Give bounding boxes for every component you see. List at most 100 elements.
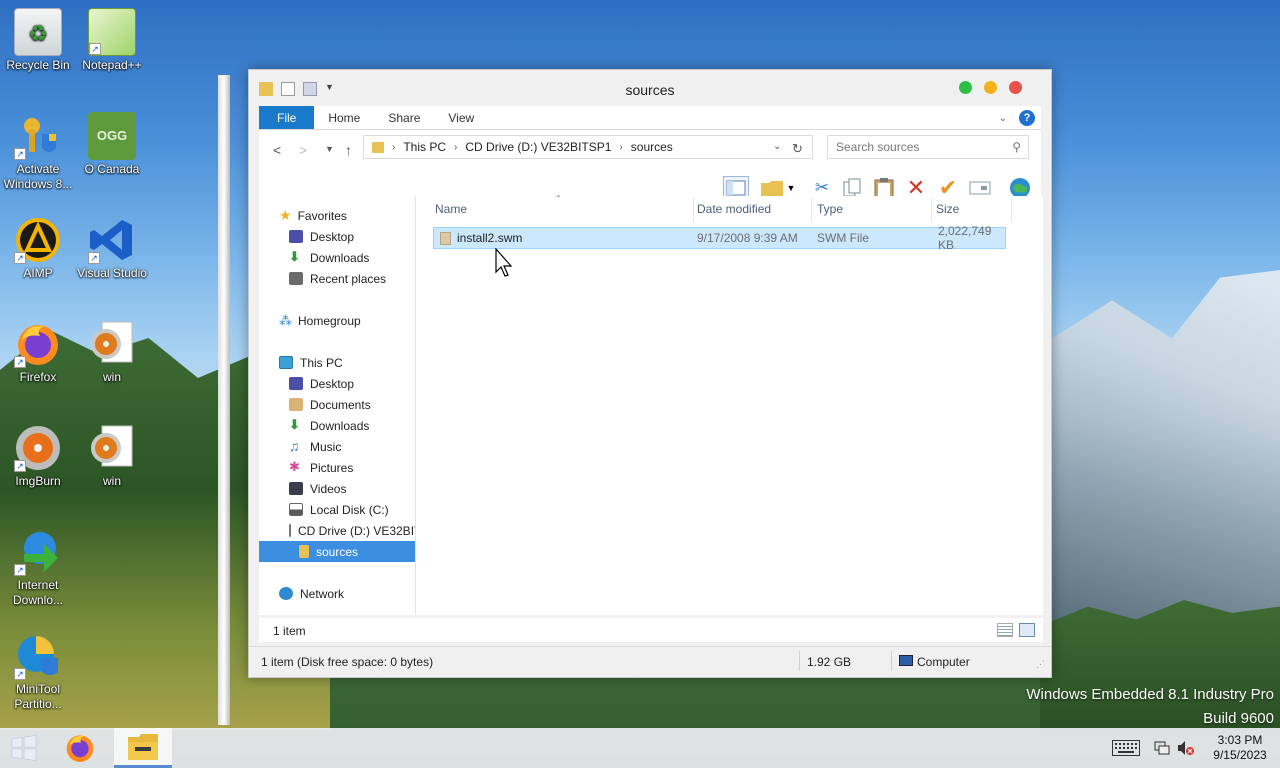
nav-fav-downloads[interactable]: ⬇ Downloads: [259, 247, 415, 268]
column-header-date[interactable]: Date modified: [697, 202, 771, 216]
tab-home[interactable]: Home: [314, 106, 374, 129]
desktop-icon-win-1[interactable]: win: [74, 320, 150, 385]
nav-pc-cd-drive[interactable]: CD Drive (D:) VE32BITSP1: [259, 520, 415, 541]
desktop-icon-recycle-bin[interactable]: ♻ Recycle Bin: [0, 8, 76, 73]
navigation-pane[interactable]: ★ Favorites Desktop ⬇ Downloads Recent p…: [259, 196, 416, 615]
column-divider[interactable]: [811, 198, 812, 222]
network-status-icon[interactable]: [1152, 728, 1172, 768]
sort-indicator-icon: ⌃: [555, 194, 562, 203]
large-icons-view-icon[interactable]: [1019, 623, 1035, 637]
firefox-icon: [66, 735, 94, 762]
nav-fav-recent[interactable]: Recent places: [259, 268, 415, 289]
column-header-name[interactable]: Name: [435, 202, 467, 216]
nav-pc-music[interactable]: ♫ Music: [259, 436, 415, 457]
desktop-icon-label: Visual Studio: [77, 266, 147, 280]
wallpaper-flagpole: [218, 75, 230, 725]
nav-pc-videos[interactable]: Videos: [259, 478, 415, 499]
desktop-icon-firefox[interactable]: ↗ Firefox: [0, 320, 76, 385]
column-divider[interactable]: [1011, 198, 1012, 222]
search-input[interactable]: Search sources ⚲: [827, 135, 1029, 159]
taskbar: 3:03 PM 9/15/2023: [0, 728, 1280, 768]
column-header-size[interactable]: Size: [936, 202, 959, 216]
nav-favorites[interactable]: ★ Favorites: [259, 205, 415, 226]
minimize-button[interactable]: [984, 81, 997, 94]
expand-ribbon-icon[interactable]: ⌄: [999, 113, 1007, 124]
nav-pc-downloads[interactable]: ⬇ Downloads: [259, 415, 415, 436]
details-view-icon[interactable]: [997, 623, 1013, 637]
desktop-icon-minitool[interactable]: ↗ MiniTool Partitio...: [0, 632, 76, 712]
clock-date: 9/15/2023: [1213, 748, 1267, 762]
tab-share[interactable]: Share: [374, 106, 434, 129]
volume-muted-icon[interactable]: [1176, 728, 1196, 768]
address-bar[interactable]: › This PC › CD Drive (D:) VE32BITSP1 › s…: [363, 135, 813, 159]
desktop-icon-notepadpp[interactable]: ↗ Notepad++: [74, 8, 150, 73]
search-icon: ⚲: [1012, 140, 1021, 154]
tab-view[interactable]: View: [434, 106, 488, 129]
desktop-icon-imgburn[interactable]: ↗ ImgBurn: [0, 424, 76, 489]
desktop-icon-o-canada[interactable]: OGG O Canada: [74, 112, 150, 177]
status-info: 1 item (Disk free space: 0 bytes): [261, 655, 434, 669]
table-row[interactable]: install2.swm 9/17/2008 9:39 AM SWM File …: [433, 224, 1006, 252]
nav-fav-desktop[interactable]: Desktop: [259, 226, 415, 247]
column-divider[interactable]: [693, 198, 694, 222]
status-bar: 1 item (Disk free space: 0 bytes) 1.92 G…: [249, 646, 1051, 676]
taskbar-file-explorer[interactable]: [114, 728, 172, 768]
resize-grip-icon[interactable]: ⋰: [1036, 659, 1045, 670]
ribbon-tabs: File Home Share View ⌄ ?: [259, 106, 1041, 130]
nav-pc-documents[interactable]: Documents: [259, 394, 415, 415]
maximize-button[interactable]: [959, 81, 972, 94]
breadcrumb-sources[interactable]: sources: [631, 140, 673, 154]
address-dropdown-icon[interactable]: ⌄: [773, 141, 781, 152]
up-button[interactable]: ↑: [345, 142, 352, 158]
download-arrow-icon: ⬇: [289, 417, 300, 432]
clock[interactable]: 3:03 PM 9/15/2023: [1204, 728, 1276, 768]
nav-label: Documents: [310, 397, 371, 412]
breadcrumb-cd-drive[interactable]: CD Drive (D:) VE32BITSP1: [465, 140, 611, 154]
desktop-icon-label: AIMP: [23, 266, 53, 280]
nav-homegroup[interactable]: ⁂ Homegroup: [259, 310, 415, 331]
forward-button[interactable]: >: [299, 142, 307, 158]
nav-sources[interactable]: sources: [259, 541, 415, 562]
hard-drive-icon: [289, 503, 303, 516]
desktop-icon-label: Recycle Bin: [6, 58, 70, 72]
tab-file[interactable]: File: [259, 106, 315, 129]
breadcrumb-this-pc[interactable]: This PC: [403, 140, 446, 154]
computer-icon: [279, 356, 293, 369]
refresh-icon[interactable]: ↻: [792, 141, 803, 157]
nav-pc-desktop[interactable]: Desktop: [259, 373, 415, 394]
taskbar-firefox[interactable]: [56, 728, 104, 768]
wallpaper-mountain: [1040, 270, 1280, 650]
nav-pc-pictures[interactable]: ✱ Pictures: [259, 457, 415, 478]
help-icon[interactable]: ?: [1019, 110, 1035, 126]
desktop-icon-activate[interactable]: ↗ Activate Windows 8...: [0, 112, 76, 192]
desktop-icon-win-2[interactable]: win: [74, 424, 150, 489]
nav-network[interactable]: Network: [259, 583, 415, 604]
homegroup-icon: ⁂: [279, 312, 292, 328]
window-title: sources: [625, 82, 675, 98]
search-placeholder: Search sources: [836, 140, 920, 154]
desktop-icon: [289, 377, 303, 390]
explorer-window[interactable]: ▼ sources File Home Share View ⌄ ? < > ▼…: [248, 69, 1052, 678]
touch-keyboard-icon[interactable]: [1110, 728, 1142, 768]
videos-icon: [289, 482, 303, 495]
desktop-icon-visual-studio[interactable]: ↗ Visual Studio: [74, 216, 150, 281]
item-count: 1 item: [273, 624, 306, 638]
back-button[interactable]: <: [273, 142, 281, 158]
title-bar[interactable]: ▼ sources: [249, 70, 1051, 106]
computer-icon: [899, 655, 913, 666]
nav-this-pc[interactable]: This PC: [259, 352, 415, 373]
close-button[interactable]: [1009, 81, 1022, 94]
recent-locations-button[interactable]: ▼: [325, 144, 334, 154]
column-header-type[interactable]: Type: [817, 202, 843, 216]
item-count-bar: 1 item: [259, 618, 1043, 642]
start-button[interactable]: [0, 728, 48, 768]
desktop-icon-aimp[interactable]: ↗ AIMP: [0, 216, 76, 281]
nav-pc-local-disk[interactable]: Local Disk (C:): [259, 499, 415, 520]
breadcrumb-separator: ›: [619, 141, 623, 153]
desktop-icon-label: Activate Windows 8...: [3, 162, 73, 191]
column-divider[interactable]: [931, 198, 932, 222]
disc-image-icon: [88, 320, 136, 368]
desktop-icon-internet-download[interactable]: ↗ Internet Downlo...: [0, 528, 76, 608]
nav-label: Network: [300, 586, 345, 601]
aimp-icon: ↗: [14, 216, 62, 264]
